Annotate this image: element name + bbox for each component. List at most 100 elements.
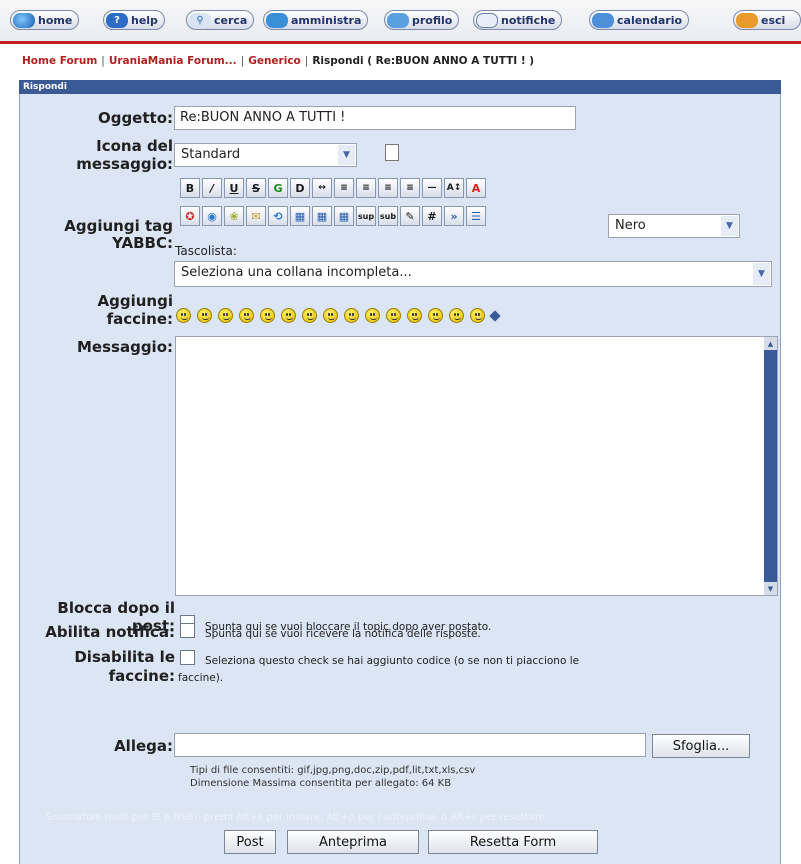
shortcut-hint: Scorciatoie (solo per IE e NS6): premi A…	[46, 812, 545, 823]
chevron-down-icon: ▼	[753, 263, 770, 285]
smiley-icon[interactable]	[407, 308, 422, 323]
bold-button[interactable]: B	[180, 178, 200, 198]
notify-checkbox[interactable]	[180, 623, 195, 638]
breadcrumb: Home Forum | UraniaMania Forum... | Generico…	[22, 55, 792, 67]
browse-button[interactable]: Sfoglia...	[652, 734, 750, 758]
nav-search-button[interactable]: ⚲ cerca	[186, 10, 255, 30]
font-size-button[interactable]: A↕	[444, 178, 464, 198]
nav-admin-button[interactable]: amministra	[263, 10, 369, 30]
form-header: Rispondi	[19, 80, 781, 94]
breadcrumb-separator: |	[240, 55, 245, 67]
disable-smilies-label-line1: Disabilita le	[74, 648, 175, 666]
justify-button[interactable]: ≡	[400, 178, 420, 198]
nav-notifications-label: notifiche	[501, 13, 556, 27]
email-button[interactable]: ✉	[246, 206, 266, 226]
disable-smilies-description-line2: faccine).	[178, 672, 224, 684]
tascolista-label: Tascolista:	[175, 244, 237, 258]
tags-label-line2: YABBC:	[112, 234, 173, 252]
attach-max-size: Dimensione Massima consentita per allega…	[190, 778, 452, 789]
nav-home-button[interactable]: home	[10, 10, 80, 30]
table-row-button[interactable]: ▦	[312, 206, 332, 226]
smiley-icon[interactable]	[470, 308, 485, 323]
smiley-icon[interactable]	[239, 308, 254, 323]
notify-description: Spunta qui se vuoi ricevere la notifica …	[205, 628, 481, 640]
align-right-button[interactable]: ≡	[356, 178, 376, 198]
horizontal-rule-button[interactable]: —	[422, 178, 442, 198]
scroll-down-icon[interactable]: ▼	[764, 582, 777, 595]
color-select[interactable]: Nero ▼	[608, 214, 740, 238]
glow-button[interactable]: G	[268, 178, 288, 198]
nav-calendar-label: calendario	[617, 13, 683, 27]
smiley-icon[interactable]	[176, 308, 191, 323]
scroll-up-icon[interactable]: ▲	[764, 337, 777, 350]
message-icon-select[interactable]: Standard ▼	[174, 143, 357, 167]
shadow-button[interactable]: D	[290, 178, 310, 198]
breadcrumb-current: Rispondi ( Re:BUON ANNO A TUTTI ! )	[312, 55, 535, 67]
collana-selected: Seleziona una collana incompleta...	[181, 265, 412, 280]
more-smilies-icon[interactable]	[489, 310, 501, 322]
message-textarea[interactable]: ▲ ▼	[175, 336, 778, 596]
smiley-icon[interactable]	[386, 308, 401, 323]
breadcrumb-home-link[interactable]: Home Forum	[22, 55, 97, 67]
attach-label: Allega:	[114, 737, 173, 755]
message-scrollbar[interactable]: ▲ ▼	[764, 337, 777, 595]
teletype-button[interactable]: ✎	[400, 206, 420, 226]
flash-button[interactable]: ✪	[180, 206, 200, 226]
quote-button[interactable]: »	[444, 206, 464, 226]
nav-help-button[interactable]: ? help	[103, 10, 165, 30]
profile-icon	[387, 12, 409, 28]
smiley-icon[interactable]	[428, 308, 443, 323]
nav-logout-button[interactable]: esci	[733, 10, 801, 30]
image-button[interactable]: ❀	[224, 206, 244, 226]
smiley-icon[interactable]	[260, 308, 275, 323]
url-button[interactable]: ◉	[202, 206, 222, 226]
code-button[interactable]: #	[422, 206, 442, 226]
underline-button[interactable]: U	[224, 178, 244, 198]
collana-select[interactable]: Seleziona una collana incompleta... ▼	[174, 261, 772, 287]
smiley-icon[interactable]	[197, 308, 212, 323]
nav-profile-label: profilo	[412, 13, 453, 27]
list-button[interactable]: ☰	[466, 206, 486, 226]
breadcrumb-separator: |	[101, 55, 105, 67]
italic-button[interactable]: /	[202, 178, 222, 198]
nav-home-label: home	[38, 13, 73, 27]
strikethrough-button[interactable]: S	[246, 178, 266, 198]
smiley-icon[interactable]	[218, 308, 233, 323]
tags-label-line1: Aggiungi tag	[64, 217, 173, 235]
nav-calendar-button[interactable]: calendario	[589, 10, 690, 30]
chevron-down-icon: ▼	[338, 145, 355, 165]
preview-button[interactable]: Anteprima	[287, 830, 419, 854]
reset-button[interactable]: Resetta Form	[428, 830, 598, 854]
breadcrumb-forum-link[interactable]: UraniaMania Forum...	[109, 55, 237, 67]
align-center-button[interactable]: ≡	[378, 178, 398, 198]
icon-label-line1: Icona del	[96, 137, 173, 155]
document-icon	[385, 144, 399, 161]
nav-help-label: help	[131, 13, 158, 27]
table-column-button[interactable]: ▦	[334, 206, 354, 226]
align-left-button[interactable]: ≡	[334, 178, 354, 198]
smiley-icon[interactable]	[344, 308, 359, 323]
smiley-icon[interactable]	[302, 308, 317, 323]
table-button[interactable]: ▦	[290, 206, 310, 226]
smiley-icon[interactable]	[365, 308, 380, 323]
nav-notifications-button[interactable]: notifiche	[473, 10, 563, 30]
icon-label-line2: messaggio:	[76, 155, 173, 173]
subject-label: Oggetto:	[97, 109, 173, 127]
ftp-button[interactable]: ⟲	[268, 206, 288, 226]
notifications-icon	[476, 12, 498, 28]
nav-admin-label: amministra	[291, 13, 362, 27]
post-button[interactable]: Post	[224, 830, 276, 854]
nav-profile-button[interactable]: profilo	[384, 10, 460, 30]
marquee-button[interactable]: ↔	[312, 178, 332, 198]
lock-label-line1: Blocca dopo il	[57, 599, 175, 617]
superscript-button[interactable]: sup	[356, 206, 376, 226]
subscript-button[interactable]: sub	[378, 206, 398, 226]
smiley-icon[interactable]	[449, 308, 464, 323]
attach-file-input[interactable]	[174, 733, 646, 757]
subject-input[interactable]: Re:BUON ANNO A TUTTI !	[174, 106, 576, 130]
smiley-icon[interactable]	[281, 308, 296, 323]
disable-smilies-checkbox[interactable]	[180, 650, 195, 665]
breadcrumb-category-link[interactable]: Generico	[248, 55, 301, 67]
smiley-icon[interactable]	[323, 308, 338, 323]
font-color-button[interactable]: A	[466, 178, 486, 198]
